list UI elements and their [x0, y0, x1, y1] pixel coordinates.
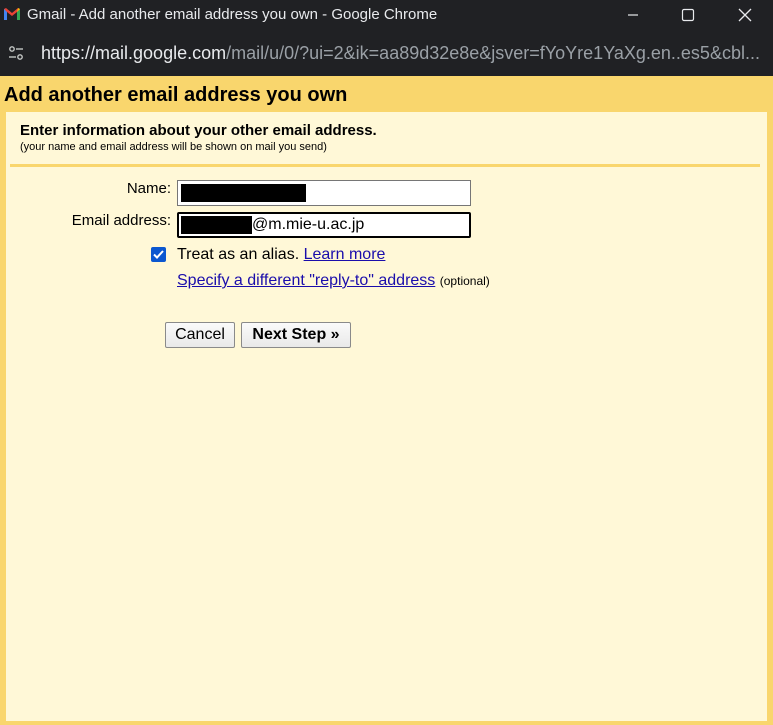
url-text[interactable]: https://mail.google.com/mail/u/0/?ui=2&i… — [41, 43, 761, 64]
dialog-title: Add another email address you own — [4, 84, 348, 106]
window-titlebar: Gmail - Add another email address you ow… — [0, 0, 773, 30]
maximize-icon — [681, 8, 695, 22]
email-label: Email address: — [71, 212, 171, 229]
panel-border-left — [0, 112, 6, 725]
dialog-header: Add another email address you own — [0, 76, 773, 112]
optional-note: (optional) — [439, 274, 490, 288]
close-button[interactable] — [722, 0, 768, 30]
intro-subtitle: (your name and email address will be sho… — [20, 141, 327, 153]
url-path: /mail/u/0/?ui=2&ik=aa89d32e8e&jsver=fYoY… — [226, 43, 760, 63]
alias-checkbox[interactable] — [151, 247, 166, 262]
cancel-button[interactable]: Cancel — [165, 322, 235, 348]
gmail-logo-icon — [4, 8, 20, 20]
alias-label: Treat as an alias. — [177, 246, 300, 263]
panel-border-bottom — [0, 721, 773, 725]
email-domain: @m.mie-u.ac.jp — [252, 216, 365, 233]
address-bar[interactable]: https://mail.google.com/mail/u/0/?ui=2&i… — [0, 30, 773, 76]
panel-border-right — [767, 112, 773, 725]
redacted-email-user — [181, 216, 252, 234]
reply-to-row: Specify a different "reply-to" address (… — [177, 272, 490, 290]
learn-more-link[interactable]: Learn more — [304, 246, 386, 263]
site-info-icon[interactable] — [7, 44, 25, 62]
name-label: Name: — [126, 180, 171, 197]
redacted-name — [181, 184, 306, 202]
checkmark-icon — [153, 250, 164, 259]
reply-to-link[interactable]: Specify a different "reply-to" address — [177, 272, 435, 289]
close-icon — [738, 8, 752, 22]
name-field[interactable] — [177, 180, 471, 206]
window-title: Gmail - Add another email address you ow… — [27, 6, 438, 23]
email-field[interactable]: @m.mie-u.ac.jp — [177, 212, 471, 238]
intro-title: Enter information about your other email… — [20, 122, 377, 139]
minimize-button[interactable] — [610, 0, 656, 30]
minimize-icon — [628, 14, 638, 16]
next-step-button[interactable]: Next Step » — [241, 322, 351, 348]
divider — [10, 164, 760, 167]
url-host: https://mail.google.com — [41, 43, 227, 63]
maximize-button[interactable] — [665, 0, 711, 30]
alias-row: Treat as an alias. Learn more — [177, 246, 385, 264]
